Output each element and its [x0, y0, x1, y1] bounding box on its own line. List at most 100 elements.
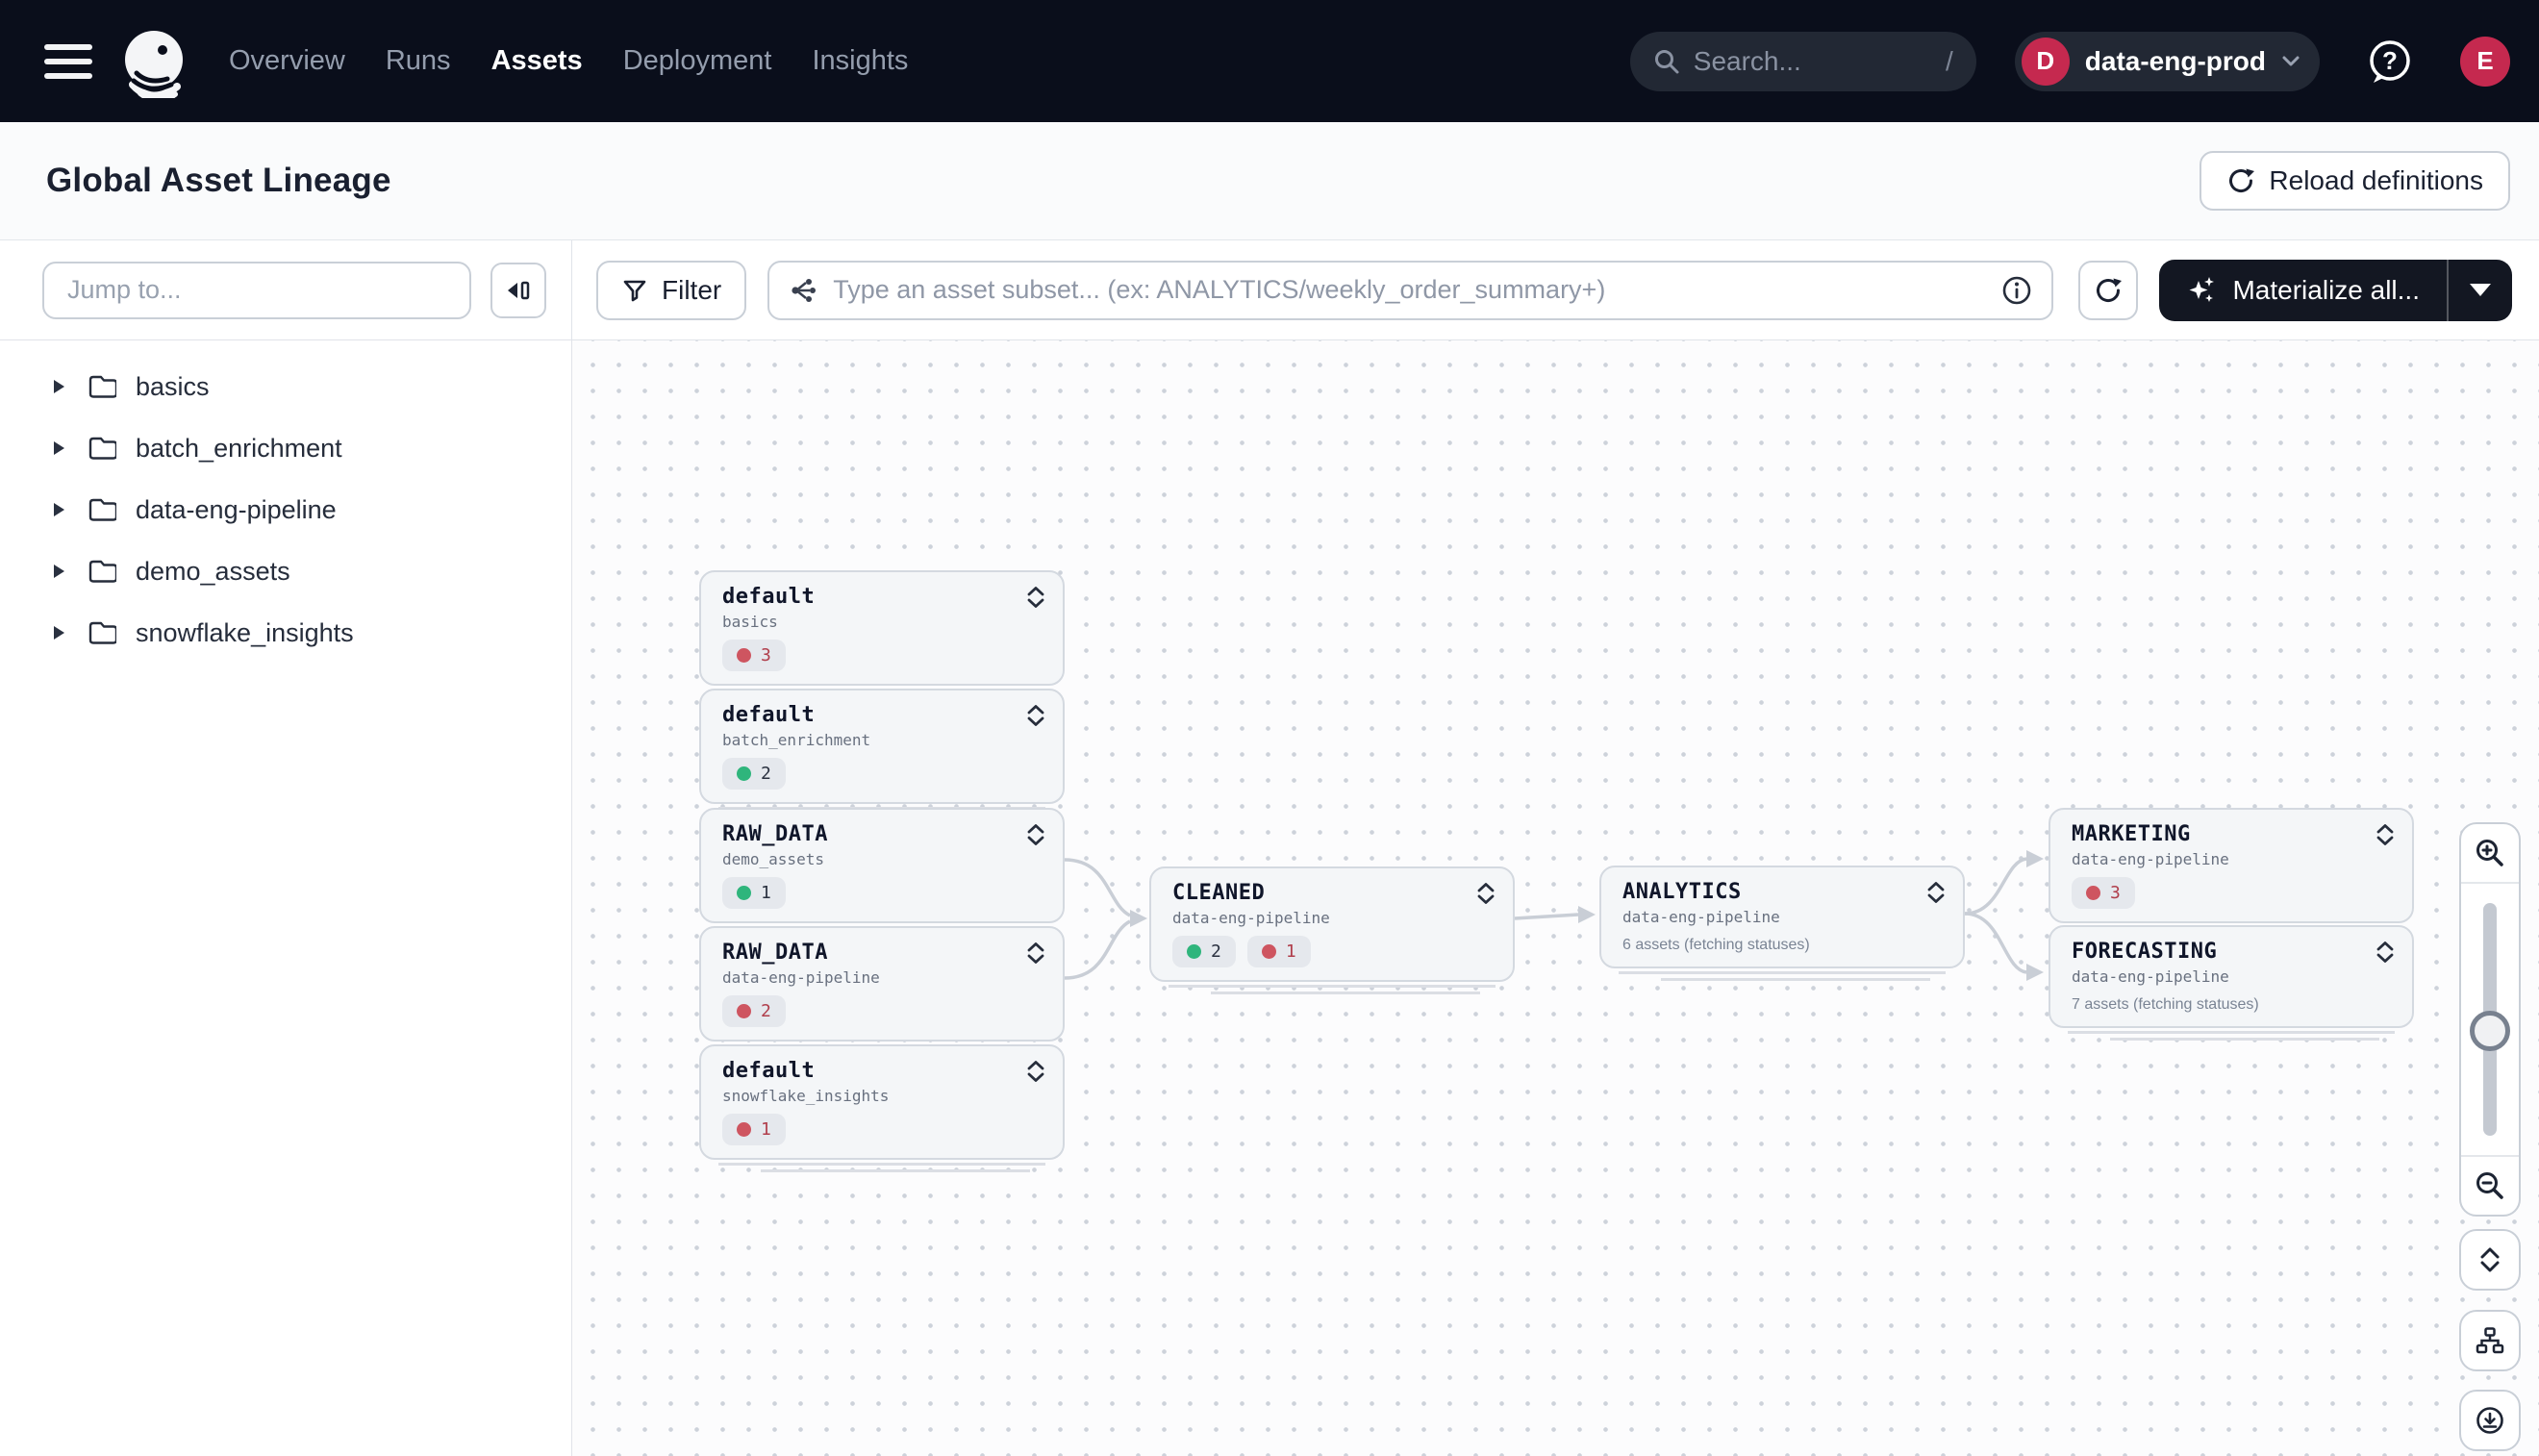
refresh-graph-button[interactable] — [2078, 261, 2138, 320]
materialize-options-caret[interactable] — [2449, 260, 2512, 321]
expand-node-icon[interactable] — [1026, 587, 1045, 608]
page-title: Global Asset Lineage — [46, 162, 391, 200]
expand-node-icon[interactable] — [1026, 705, 1045, 726]
tree-item-snowflake-insights[interactable]: snowflake_insights — [0, 602, 571, 664]
status-badge-error: 1 — [722, 1114, 786, 1145]
filter-label: Filter — [662, 275, 721, 306]
asset-group-node-default-snowflake-insights[interactable]: default snowflake_insights 1 — [699, 1044, 1065, 1160]
asset-tree-sidebar: basics batch_enrichment data-eng-pipelin… — [0, 240, 572, 1456]
svg-text:?: ? — [2382, 46, 2398, 75]
caret-right-icon[interactable] — [54, 565, 64, 578]
page-header: Global Asset Lineage Reload definitions — [0, 122, 2539, 240]
tree-item-label: basics — [136, 372, 210, 402]
asset-group-node-default-basics[interactable]: default basics 3 — [699, 570, 1065, 686]
node-subtitle: basics — [722, 613, 815, 631]
success-dot-icon — [1187, 944, 1201, 959]
info-icon[interactable] — [2001, 275, 2032, 306]
tree-item-basics[interactable]: basics — [0, 356, 571, 417]
node-subtitle: batch_enrichment — [722, 731, 870, 749]
tree-item-demo-assets[interactable]: demo_assets — [0, 540, 571, 602]
collapse-sidebar-button[interactable] — [490, 263, 546, 318]
asset-group-node-cleaned[interactable]: CLEANED data-eng-pipeline 2 1 — [1149, 866, 1515, 982]
search-icon — [1653, 48, 1680, 75]
asset-group-node-default-batch-enrichment[interactable]: default batch_enrichment 2 — [699, 689, 1065, 804]
node-title: RAW_DATA — [722, 941, 880, 966]
asset-group-node-rawdata-demo-assets[interactable]: RAW_DATA demo_assets 1 — [699, 808, 1065, 923]
status-badge-error: 3 — [722, 640, 786, 671]
filter-button[interactable]: Filter — [596, 261, 746, 320]
asset-group-node-rawdata-data-eng-pipeline[interactable]: RAW_DATA data-eng-pipeline 2 — [699, 926, 1065, 1042]
download-graph-button[interactable] — [2459, 1390, 2521, 1451]
expand-node-icon[interactable] — [1026, 1061, 1045, 1082]
expand-node-icon[interactable] — [2376, 941, 2395, 963]
asset-group-node-analytics[interactable]: ANALYTICS data-eng-pipeline 6 assets (fe… — [1599, 866, 1965, 968]
dagster-logo[interactable] — [117, 25, 190, 98]
error-dot-icon — [737, 648, 751, 663]
folder-icon — [88, 558, 116, 585]
user-avatar[interactable]: E — [2460, 37, 2510, 87]
nav-insights[interactable]: Insights — [812, 45, 908, 77]
tree-item-label: demo_assets — [136, 557, 290, 587]
node-subtitle: demo_assets — [722, 850, 828, 868]
node-title: default — [722, 1059, 889, 1084]
node-subtitle: data-eng-pipeline — [1622, 908, 1780, 926]
tree-item-batch-enrichment[interactable]: batch_enrichment — [0, 417, 571, 479]
global-search[interactable]: / — [1630, 32, 1976, 91]
zoom-in-icon — [2475, 838, 2505, 868]
tree-item-data-eng-pipeline[interactable]: data-eng-pipeline — [0, 479, 571, 540]
asset-group-node-forecasting[interactable]: FORECASTING data-eng-pipeline 7 assets (… — [2049, 925, 2414, 1028]
deployment-switcher[interactable]: D data-eng-prod — [2015, 32, 2320, 91]
nav-deployment[interactable]: Deployment — [623, 45, 772, 77]
expand-node-icon[interactable] — [1476, 883, 1496, 904]
reload-definitions-button[interactable]: Reload definitions — [2200, 151, 2510, 211]
jump-to-input[interactable] — [42, 262, 471, 319]
node-title: default — [722, 585, 815, 610]
nav-runs[interactable]: Runs — [386, 45, 451, 77]
asset-subset-input[interactable] — [833, 275, 1986, 305]
expand-collapse-icon — [2476, 1246, 2503, 1273]
help-icon[interactable]: ? — [2366, 38, 2414, 86]
node-status-text: 6 assets (fetching statuses) — [1622, 937, 1946, 954]
zoom-out-icon — [2475, 1170, 2505, 1201]
caret-right-icon[interactable] — [54, 503, 64, 516]
top-nav-bar: Overview Runs Assets Deployment Insights… — [0, 0, 2539, 122]
zoom-in-button[interactable] — [2461, 824, 2519, 884]
caret-right-icon[interactable] — [54, 380, 64, 393]
node-title: ANALYTICS — [1622, 880, 1780, 905]
tree-item-label: snowflake_insights — [136, 618, 354, 648]
success-dot-icon — [737, 766, 751, 781]
relayout-graph-button[interactable] — [2459, 1310, 2521, 1371]
caret-right-icon[interactable] — [54, 626, 64, 640]
status-badge-error: 3 — [2072, 877, 2135, 909]
node-title: FORECASTING — [2072, 940, 2229, 965]
status-badge-error: 2 — [722, 995, 786, 1027]
expand-node-icon[interactable] — [1926, 882, 1946, 903]
expand-node-icon[interactable] — [1026, 942, 1045, 964]
caret-right-icon[interactable] — [54, 441, 64, 455]
status-badge-success: 2 — [722, 758, 786, 790]
main-nav: Overview Runs Assets Deployment Insights — [229, 45, 908, 77]
search-input[interactable] — [1694, 46, 1932, 77]
error-dot-icon — [737, 1004, 751, 1018]
folder-icon — [88, 435, 116, 462]
reload-icon — [2226, 166, 2255, 195]
node-title: RAW_DATA — [722, 822, 828, 847]
expand-node-icon[interactable] — [2376, 824, 2395, 845]
folder-icon — [88, 373, 116, 400]
nav-overview[interactable]: Overview — [229, 45, 345, 77]
lineage-graph-canvas[interactable]: default basics 3 default b — [572, 340, 2539, 1456]
zoom-slider-knob[interactable] — [2470, 1011, 2510, 1051]
folder-icon — [88, 496, 116, 523]
nav-assets[interactable]: Assets — [491, 45, 583, 77]
error-dot-icon — [2086, 886, 2100, 900]
expand-node-icon[interactable] — [1026, 824, 1045, 845]
materialize-all-button[interactable]: Materialize all... — [2159, 260, 2512, 321]
org-chart-icon — [2476, 1326, 2504, 1355]
lineage-toolbar: Filter — [572, 240, 2539, 340]
zoom-out-button[interactable] — [2461, 1155, 2519, 1215]
hamburger-menu-icon[interactable] — [44, 44, 92, 79]
asset-group-node-marketing[interactable]: MARKETING data-eng-pipeline 3 — [2049, 808, 2414, 923]
expand-all-groups-button[interactable] — [2459, 1229, 2521, 1291]
asset-subset-icon — [789, 276, 817, 305]
refresh-icon — [2094, 276, 2123, 305]
